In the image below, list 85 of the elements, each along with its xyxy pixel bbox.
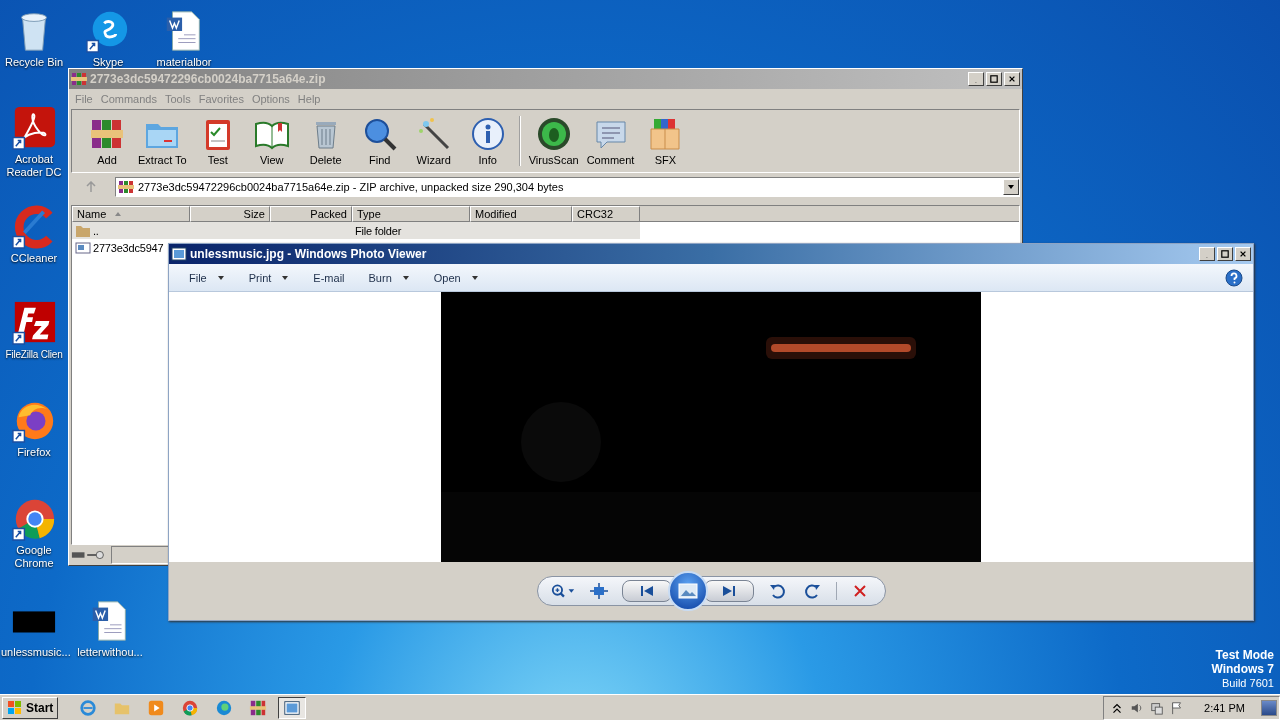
close-button[interactable] [1004, 72, 1020, 86]
file-name: .. [93, 224, 99, 237]
help-icon[interactable] [1225, 268, 1243, 287]
caret-icon [401, 274, 410, 281]
toolbar-button[interactable]: Add [80, 116, 134, 166]
network-icon[interactable] [1150, 700, 1165, 715]
books-icon [118, 179, 134, 195]
desktop-icon-label[interactable]: Recycle Bin [4, 56, 64, 69]
edge-icon [215, 698, 234, 717]
close-button[interactable] [1235, 247, 1251, 261]
toolbar-button[interactable]: SFX [638, 116, 693, 166]
windows-logo-icon [7, 699, 23, 716]
system-watermark-text: Windows 7 [1211, 662, 1274, 676]
photo-icon [171, 246, 187, 262]
slideshow-button[interactable] [667, 571, 708, 611]
minimize-button[interactable] [968, 72, 984, 86]
next-icon [720, 585, 737, 597]
toolbar-button[interactable]: Comment [582, 116, 639, 166]
show-desktop-button[interactable] [1261, 699, 1277, 716]
menu-button[interactable]: Burn [358, 269, 420, 286]
desktop-icon-label[interactable]: FileZilla Clien [5, 348, 63, 361]
info-icon [469, 116, 506, 152]
path-field[interactable]: 2773e3dc59472296cb0024ba7715a64e.zip - ZIP archive, unpacked size 290,304 bytes [115, 177, 1020, 197]
column-header[interactable]: CRC32 [572, 206, 640, 222]
chrome-icon [181, 698, 200, 717]
system-watermark-text: Build 7601 [1222, 676, 1274, 690]
column-header[interactable]: Packed [270, 206, 352, 222]
file-row[interactable]: 2773e3dc5947 [72, 239, 167, 256]
column-header[interactable]: Modified [470, 206, 572, 222]
file-row[interactable]: .. File folder [72, 222, 640, 239]
column-header[interactable]: Name [72, 206, 190, 222]
file-type: File folder [355, 224, 402, 237]
books-icon [71, 71, 87, 87]
desktop-icon-label[interactable]: Skype [92, 56, 124, 69]
desktop-icon-label[interactable]: letterwithou... [77, 646, 143, 659]
books-icon [249, 698, 268, 717]
toolbar-button[interactable]: Find [352, 116, 407, 166]
image-file-icon [75, 239, 91, 256]
menu-button[interactable]: File [179, 269, 235, 286]
file-name: 2773e3dc5947 [93, 241, 164, 254]
taskbar-app-button[interactable] [278, 696, 307, 719]
up-arrow-icon [85, 181, 97, 193]
column-header[interactable]: Type [352, 206, 470, 222]
toolbar-button[interactable]: VirusScan [524, 116, 583, 166]
previous-button[interactable] [621, 580, 672, 602]
previous-icon [638, 585, 655, 597]
toolbar-button[interactable]: Wizard [406, 116, 461, 166]
desktop-icon-label[interactable]: Google Chrome [1, 544, 67, 570]
drive-key-icon [71, 549, 107, 561]
toolbar-button[interactable]: Test [190, 116, 245, 166]
maximize-icon [990, 75, 998, 83]
maximize-icon [1221, 250, 1229, 258]
column-header[interactable]: Size [190, 206, 270, 222]
menu-button[interactable]: Print [238, 269, 300, 286]
desktop-icon-label[interactable]: materialbor [156, 56, 212, 69]
zoom-icon [549, 583, 576, 599]
slideshow-icon [677, 583, 698, 599]
desktop-icon-label[interactable]: Acrobat Reader DC [1, 153, 67, 179]
toolbar-button[interactable]: Info [460, 116, 515, 166]
menu-button[interactable]: Open [423, 269, 489, 286]
photo-icon [283, 698, 302, 717]
maximize-button[interactable] [986, 72, 1002, 86]
close-icon [1008, 75, 1016, 83]
start-button[interactable]: Start [2, 696, 59, 719]
window-title: 2773e3dc59472296cb0024ba7715a64e.zip [90, 72, 326, 86]
caret-icon [470, 274, 479, 281]
minimize-button[interactable] [1199, 247, 1215, 261]
filezilla-icon[interactable] [11, 300, 57, 346]
clock[interactable]: 2:41 PM [1204, 701, 1245, 714]
acrobat-icon[interactable] [11, 105, 57, 151]
caret-icon [281, 274, 290, 281]
toolbar-button[interactable]: Extract To [134, 116, 191, 166]
close-icon [1239, 250, 1247, 258]
system-watermark-text: Test Mode [1215, 648, 1274, 662]
toolbar-button[interactable]: View [244, 116, 299, 166]
toolbar-button[interactable]: Delete [298, 116, 353, 166]
maximize-button[interactable] [1217, 247, 1233, 261]
ie-icon [79, 698, 98, 717]
desktop-icon-label[interactable]: CCleaner [10, 252, 58, 265]
media-player-icon [147, 698, 166, 717]
desktop-icon-label[interactable]: Firefox [17, 446, 51, 459]
dropdown-button[interactable] [1003, 179, 1019, 195]
window-title: unlessmusic.jpg - Windows Photo Viewer [190, 247, 427, 261]
caret-icon [216, 274, 225, 281]
menu-button[interactable]: E-mail [303, 269, 355, 286]
